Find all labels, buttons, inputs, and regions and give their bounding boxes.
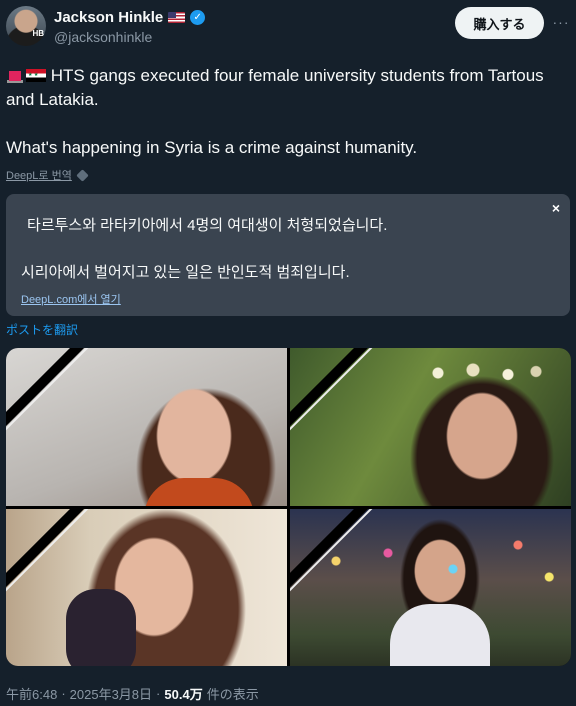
avatar[interactable]: HB [6, 6, 46, 46]
mourning-ribbon-icon [6, 509, 86, 589]
tweet-date[interactable]: 2025年3月8日 [70, 684, 152, 703]
buy-button[interactable]: 購入する [455, 7, 544, 39]
translation-line-2: 시리아에서 벌어지고 있는 일은 반인도적 범죄입니다. [21, 264, 350, 281]
views-label: 件の表示 [206, 687, 259, 702]
tweet-time[interactable]: 午前6:48 [6, 684, 57, 703]
photo-2[interactable] [290, 348, 571, 506]
mourning-ribbon-icon [290, 509, 370, 589]
mourning-ribbon-icon [290, 348, 370, 428]
photo-1-clothing [144, 478, 254, 506]
author-name-row: Jackson Hinkle ✓ [54, 9, 206, 26]
deepl-logo-icon [76, 168, 89, 182]
photo-1[interactable] [6, 348, 287, 506]
photo-4-clothing [390, 604, 490, 666]
author-display-name[interactable]: Jackson Hinkle [54, 9, 163, 26]
siren-emoji-icon [6, 68, 24, 83]
translation-box: × 타르투스와 라타키아에서 4명의 여대생이 처형되었습니다. 시리아에서 벌… [6, 194, 570, 316]
tweet-text: HTS gangs executed four female universit… [6, 64, 566, 160]
tweet-line-1: HTS gangs executed four female universit… [6, 64, 566, 112]
photo-3[interactable] [6, 509, 287, 666]
avatar-badge: HB [32, 29, 44, 38]
tweet-line-1-text: HTS gangs executed four female universit… [6, 66, 544, 109]
photo-4[interactable] [290, 509, 571, 666]
photo-2-flower-crown [410, 358, 550, 388]
translate-post-link[interactable]: ポストを翻訳 [6, 321, 78, 338]
footer-separator: · [156, 686, 161, 701]
more-options-icon[interactable]: ··· [551, 12, 571, 32]
mourning-ribbon-icon [6, 348, 86, 428]
media-grid [6, 348, 571, 666]
views-count: 50.4万 [164, 687, 203, 702]
us-flag-icon [168, 12, 186, 23]
translation-line-1: 타르투스와 라타키아에서 4명의 여대생이 처형되었습니다. [27, 217, 388, 234]
syria-flag-icon [26, 69, 46, 82]
deepl-translate-link[interactable]: DeepL로 번역 [6, 167, 89, 183]
photo-3-clothing [66, 589, 136, 666]
tweet-footer: 午前6:48 · 2025年3月8日 · 50.4万 件の表示 [6, 684, 259, 703]
tweet-line-2: What's happening in Syria is a crime aga… [6, 138, 418, 157]
footer-separator: · [61, 686, 66, 701]
verified-badge-icon[interactable]: ✓ [190, 10, 206, 25]
deepl-open-link[interactable]: DeepL.com에서 열기 [21, 291, 121, 307]
deepl-translate-label: DeepL로 번역 [6, 170, 72, 182]
close-icon[interactable]: × [552, 200, 560, 216]
author-handle[interactable]: @jacksonhinkle [54, 29, 152, 45]
